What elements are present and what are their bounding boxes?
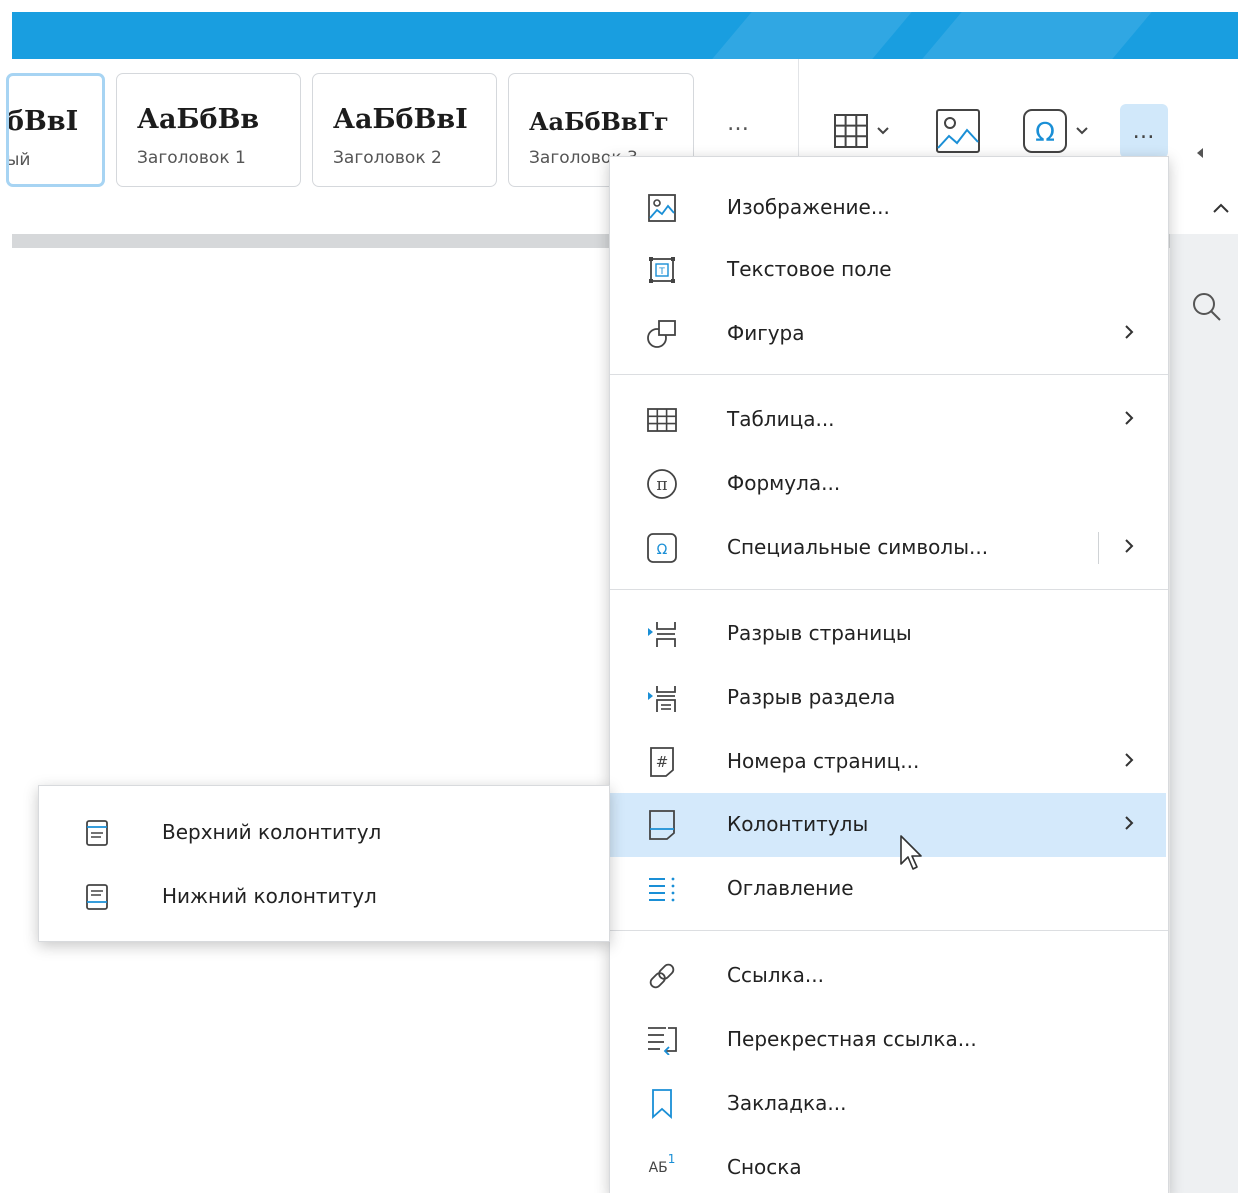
titlebar-decoration [922, 12, 1152, 59]
collapse-ribbon-icon[interactable] [1212, 199, 1230, 218]
table-grid-icon [833, 113, 869, 149]
style-name: ый [6, 150, 31, 170]
menu-item-label: Таблица... [727, 407, 835, 431]
menu-item-section-break[interactable]: Разрыв раздела [610, 666, 1166, 730]
menu-item-label: Изображение... [727, 195, 890, 219]
menu-item-label: Колонтитулы [727, 812, 869, 836]
svg-text:T: T [658, 267, 665, 277]
menu-item-shape[interactable]: Фигура [610, 302, 1166, 366]
more-dots-icon: … [1132, 118, 1156, 144]
section-break-icon [646, 682, 678, 714]
image-icon [646, 192, 678, 224]
menu-item-bookmark[interactable]: Закладка... [610, 1072, 1166, 1136]
chevron-down-icon [1076, 127, 1088, 135]
footer-icon [81, 881, 113, 913]
menu-item-label: Специальные символы... [727, 535, 989, 559]
omega-special-symbols-icon: Ω [1022, 108, 1068, 154]
menu-item-label: Номера страниц... [727, 749, 920, 773]
menu-separator [610, 589, 1168, 590]
header-footer-icon [646, 809, 678, 841]
text-box-icon: T [646, 254, 678, 286]
search-icon[interactable] [1192, 292, 1222, 326]
style-sample: бВвI [6, 106, 79, 137]
style-sample: АаБбВв [137, 104, 260, 135]
style-name: Заголовок 2 [333, 148, 442, 168]
more-styles-button[interactable]: … [727, 111, 750, 136]
footnote-icon-text: АБ [648, 1160, 668, 1176]
menu-item-label: Разрыв раздела [727, 685, 896, 709]
style-card-heading-1[interactable]: АаБбВв Заголовок 1 [116, 73, 301, 187]
table-of-contents-icon [646, 873, 678, 905]
menu-item-table-of-contents[interactable]: Оглавление [610, 857, 1166, 921]
menu-item-label: Фигура [727, 321, 805, 345]
menu-item-label: Оглавление [727, 876, 854, 900]
menu-item-special-symbols[interactable]: Ω Специальные символы... [610, 516, 1166, 580]
submenu-item-label: Верхний колонтитул [162, 820, 382, 844]
formula-pi-icon: π [646, 468, 678, 500]
menu-item-link[interactable]: Ссылка... [610, 944, 1166, 1008]
chevron-right-icon [1124, 752, 1134, 772]
menu-item-cross-reference[interactable]: Перекрестная ссылка... [610, 1008, 1166, 1072]
table-icon [646, 404, 678, 436]
split-divider [1098, 532, 1099, 564]
header-icon [81, 817, 113, 849]
submenu-item-footer[interactable]: Нижний колонтитул [39, 865, 609, 929]
style-name: Заголовок 1 [137, 148, 246, 168]
svg-text:π: π [656, 475, 667, 495]
page-break-icon [646, 618, 678, 650]
menu-item-text-box[interactable]: T Текстовое поле [610, 238, 1166, 302]
menu-item-label: Ссылка... [727, 963, 824, 987]
insert-special-symbol-button[interactable]: Ω [1014, 104, 1096, 158]
scroll-left-icon[interactable] [1197, 143, 1203, 162]
mouse-pointer-icon [899, 834, 923, 876]
menu-item-formula[interactable]: π Формула... [610, 452, 1166, 516]
link-icon [646, 960, 678, 992]
style-card-normal[interactable]: бВвI ый [6, 73, 105, 187]
menu-item-label: Разрыв страницы [727, 621, 912, 645]
submenu-item-header[interactable]: Верхний колонтитул [39, 801, 609, 865]
page-numbers-icon: # [646, 746, 678, 778]
menu-item-image[interactable]: Изображение... [610, 176, 1166, 240]
footnote-icon-superscript: 1 [667, 1152, 676, 1166]
svg-text:Ω: Ω [1035, 118, 1055, 148]
chevron-down-icon [877, 127, 889, 135]
submenu-item-label: Нижний колонтитул [162, 884, 377, 908]
insert-table-button[interactable] [820, 104, 902, 158]
svg-text:Ω: Ω [657, 542, 668, 558]
header-footer-submenu: Верхний колонтитул Нижний колонтитул [38, 785, 610, 942]
chevron-right-icon[interactable] [1124, 538, 1134, 558]
menu-separator [610, 374, 1168, 375]
bookmark-icon [646, 1088, 678, 1120]
insert-image-button[interactable] [930, 104, 986, 158]
menu-item-label: Закладка... [727, 1091, 847, 1115]
menu-item-header-footer[interactable]: Колонтитулы [610, 793, 1166, 857]
menu-item-page-numbers[interactable]: # Номера страниц... [610, 730, 1166, 794]
image-icon [935, 108, 981, 154]
omega-icon: Ω [646, 532, 678, 564]
titlebar-decoration [712, 12, 912, 59]
menu-item-label: Формула... [727, 471, 841, 495]
style-sample: АаБбВвГг [529, 107, 669, 136]
style-sample: АаБбВвI [333, 104, 468, 135]
chevron-right-icon [1124, 324, 1134, 344]
menu-item-table[interactable]: Таблица... [610, 388, 1166, 452]
footnote-icon: АБ 1 [646, 1152, 678, 1184]
svg-text:#: # [656, 753, 669, 771]
menu-item-label: Текстовое поле [727, 257, 892, 281]
right-side-panel [1170, 234, 1238, 1193]
menu-item-page-break[interactable]: Разрыв страницы [610, 602, 1166, 666]
chevron-right-icon [1124, 410, 1134, 430]
more-insert-options-button[interactable]: … [1120, 104, 1168, 158]
menu-item-label: Перекрестная ссылка... [727, 1027, 977, 1051]
window-titlebar [12, 12, 1238, 59]
menu-separator [610, 930, 1168, 931]
insert-more-menu: Изображение... T Текстовое поле Фигура Т… [609, 156, 1169, 1193]
cross-reference-icon [646, 1024, 678, 1056]
menu-item-footnote[interactable]: АБ 1 Сноска [610, 1136, 1166, 1193]
chevron-right-icon [1124, 815, 1134, 835]
menu-item-label: Сноска [727, 1155, 802, 1179]
style-card-heading-2[interactable]: АаБбВвI Заголовок 2 [312, 73, 497, 187]
shape-icon [646, 318, 678, 350]
